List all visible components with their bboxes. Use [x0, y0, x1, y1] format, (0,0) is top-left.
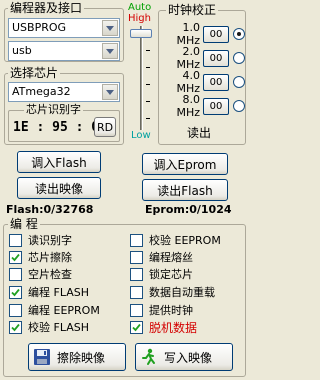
option-auto-reload[interactable]: 数据自动重载 [130, 284, 215, 300]
read-signature-button[interactable]: RD [94, 117, 116, 137]
write-image-label: 写入映像 [164, 350, 213, 365]
clock-value-button[interactable]: 00 [203, 73, 229, 91]
read-image-button[interactable]: 读出映像 [17, 177, 101, 199]
clock-freq: 4.0 MHz [176, 69, 200, 95]
clock-value-button[interactable]: 00 [203, 49, 229, 67]
checkbox[interactable] [130, 250, 143, 264]
clock-freq: 1.0 MHz [176, 21, 200, 47]
clock-freq: 2.0 MHz [176, 45, 200, 71]
programmer-group-title: 编程器及接口 [8, 1, 85, 15]
chip-group-title: 选择芯片 [8, 66, 61, 80]
option-label: 编程熔丝 [149, 251, 193, 264]
clock-freq: 8.0 MHz [176, 93, 200, 119]
checkbox[interactable] [130, 320, 143, 334]
clock-read-label[interactable]: 读出 [187, 124, 211, 141]
option-label: 校验 FLASH [28, 321, 89, 334]
option-label: 空片检查 [28, 268, 72, 281]
option-label: 脱机数据 [149, 320, 198, 335]
option-provide-clock[interactable]: 提供时钟 [130, 302, 193, 318]
programmer-select[interactable]: USBPROG [8, 18, 120, 38]
clock-row: 1.0 MHz 00 [164, 21, 245, 47]
slider-tick [146, 118, 150, 119]
disk-icon [34, 349, 50, 365]
check-icon [11, 288, 20, 296]
chip-select[interactable]: ATmega32 [8, 82, 120, 102]
option-label: 芯片擦除 [28, 251, 72, 264]
clock-value-button[interactable]: 00 [203, 25, 229, 43]
interface-select-value: usb [12, 44, 32, 57]
slider-tick [146, 101, 150, 102]
option-lock-chip[interactable]: 锁定芯片 [130, 266, 193, 282]
clock-radio[interactable] [233, 76, 245, 88]
flash-status: Flash:0/32768 [6, 203, 94, 216]
load-eprom-button[interactable]: 调入Eprom [142, 153, 228, 175]
checkbox[interactable] [130, 285, 143, 299]
speed-high-label: High [128, 13, 151, 24]
checkbox[interactable] [9, 233, 22, 247]
checkbox[interactable] [9, 250, 22, 264]
option-chip-erase[interactable]: 芯片擦除 [9, 249, 72, 265]
option-label: 编程 EEPROM [28, 304, 100, 317]
checkbox[interactable] [9, 267, 22, 281]
clock-row: 8.0 MHz 00 [164, 93, 245, 119]
checkbox[interactable] [130, 233, 143, 247]
speed-low-label: Low [131, 130, 151, 141]
erase-image-button[interactable]: 擦除映像 [28, 343, 126, 371]
clock-radio[interactable] [233, 52, 245, 64]
read-flash-button[interactable]: 读出Flash [142, 179, 228, 201]
speed-slider-track[interactable] [140, 26, 143, 130]
chevron-down-icon[interactable] [102, 43, 118, 59]
option-blank-check[interactable]: 空片检查 [9, 266, 72, 282]
signature-title: 芯片识别字 [24, 103, 83, 117]
slider-tick [146, 67, 150, 68]
chevron-down-icon[interactable] [102, 20, 118, 36]
slider-tick [146, 84, 150, 85]
programmer-select-value: USBPROG [12, 21, 67, 34]
option-verify-eeprom[interactable]: 校验 EEPROM [130, 232, 221, 248]
running-man-icon [142, 348, 155, 365]
checkbox[interactable] [130, 267, 143, 281]
clock-value-button[interactable]: 00 [203, 97, 229, 115]
slider-tick [146, 50, 150, 51]
check-icon [11, 253, 20, 261]
speed-auto-label: Auto [128, 2, 152, 13]
option-verify-flash[interactable]: 校验 FLASH [9, 319, 89, 335]
option-label: 编程 FLASH [28, 286, 89, 299]
clock-group-title: 时钟校正 [166, 3, 219, 17]
speed-slider-thumb[interactable] [130, 29, 152, 38]
clock-row: 4.0 MHz 00 [164, 69, 245, 95]
clock-radio[interactable] [233, 100, 245, 112]
erase-image-label: 擦除映像 [57, 350, 106, 365]
option-label: 提供时钟 [149, 304, 193, 317]
chip-select-value: ATmega32 [12, 85, 71, 98]
option-program-fuses[interactable]: 编程熔丝 [130, 249, 193, 265]
check-icon [132, 323, 141, 331]
option-offline-data[interactable]: 脱机数据 [130, 319, 197, 335]
option-label: 读识别字 [28, 234, 72, 247]
option-label: 校验 EEPROM [149, 234, 221, 247]
interface-select[interactable]: usb [8, 41, 120, 61]
option-label: 数据自动重载 [149, 286, 215, 299]
check-icon [11, 323, 20, 331]
chevron-down-icon[interactable] [102, 84, 118, 100]
write-image-button[interactable]: 写入映像 [135, 343, 233, 371]
checkbox[interactable] [9, 303, 22, 317]
option-program-flash[interactable]: 编程 FLASH [9, 284, 89, 300]
checkbox[interactable] [9, 285, 22, 299]
checkbox[interactable] [9, 320, 22, 334]
signature-value: 1E : 95 : 02 [13, 120, 107, 135]
eprom-status: Eprom:0/1024 [145, 203, 232, 216]
checkbox[interactable] [130, 303, 143, 317]
option-read-signature[interactable]: 读识别字 [9, 232, 72, 248]
program-group-title: 编 程 [8, 217, 40, 231]
option-program-eeprom[interactable]: 编程 EEPROM [9, 302, 100, 318]
option-label: 锁定芯片 [149, 268, 193, 281]
clock-row: 2.0 MHz 00 [164, 45, 245, 71]
clock-radio[interactable] [233, 28, 245, 40]
load-flash-button[interactable]: 调入Flash [17, 151, 101, 173]
